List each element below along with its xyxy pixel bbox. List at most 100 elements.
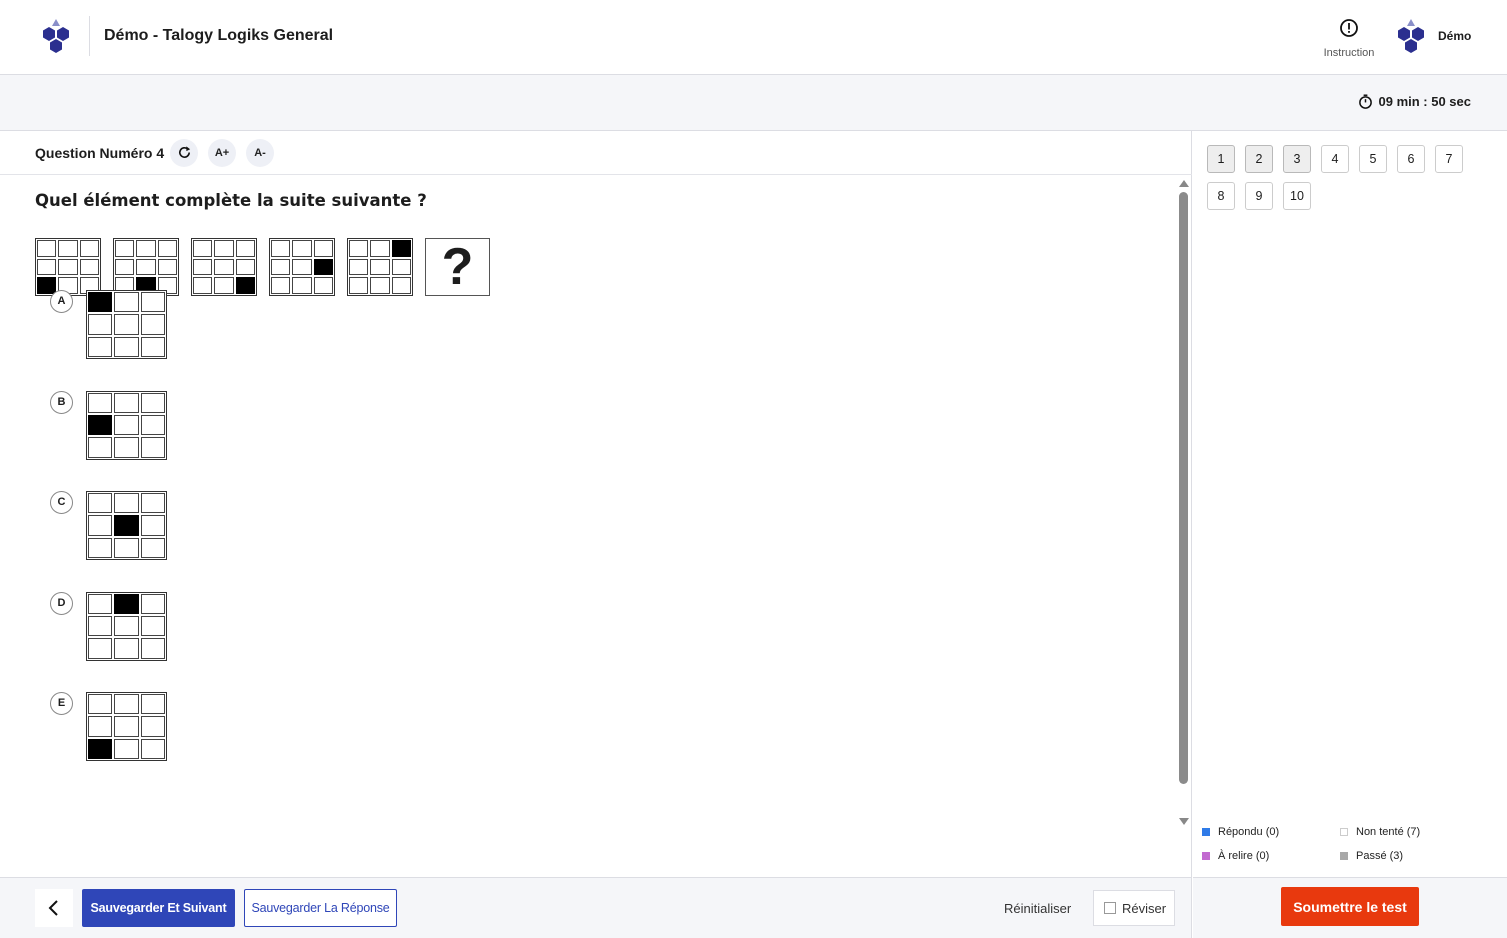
legend-label: Répondu (0) [1218,826,1280,838]
empty-cell [391,258,411,276]
empty-cell [214,277,234,294]
question-toolbar: Question Numéro 4 A+ A- [0,131,1192,175]
empty-cell [114,638,139,659]
question-nav-10[interactable]: 10 [1283,182,1311,210]
timer-bar: 09 min : 50 sec [0,75,1507,131]
question-nav-8[interactable]: 8 [1207,182,1235,210]
question-nav-3[interactable]: 3 [1283,145,1311,173]
question-nav-1[interactable]: 1 [1207,145,1235,173]
question-nav-7[interactable]: 7 [1435,145,1463,173]
empty-cell [235,258,255,276]
review-checkbox[interactable] [1104,902,1116,914]
empty-cell [370,240,390,257]
empty-cell [88,615,113,637]
empty-cell [114,694,139,715]
empty-cell [136,240,156,257]
previous-button[interactable] [35,889,73,927]
option-letter[interactable]: E [50,692,73,715]
review-label: Réviser [1122,900,1167,916]
empty-cell [313,277,333,294]
sequence-figure-3 [191,238,257,296]
question-nav-2[interactable]: 2 [1245,145,1273,173]
empty-cell [79,258,99,276]
app-title: Démo - Talogy Logiks General [104,27,334,44]
option-letter[interactable]: B [50,390,73,414]
legend-label: Passé (3) [1356,850,1404,862]
question-number: Question Numéro 4 [35,145,165,161]
empty-cell [114,493,139,514]
filled-cell [114,515,139,536]
submit-test-button[interactable]: Soumettre le test [1281,887,1419,926]
user-avatar-icon [1398,19,1424,53]
empty-cell [58,258,78,276]
submit-footer: Soumettre le test [1193,877,1507,938]
option-letter[interactable]: A [50,290,73,313]
empty-cell [292,240,312,257]
empty-cell [157,240,177,257]
empty-cell [193,258,213,276]
empty-cell [391,277,411,294]
reset-button[interactable]: Réinitialiser [1004,901,1071,916]
scroll-up-arrow[interactable] [1179,180,1189,187]
refresh-button[interactable] [170,139,198,167]
empty-cell [313,240,333,257]
empty-cell [115,240,135,257]
option-letter[interactable]: C [50,491,73,514]
hexagon-logo-icon [43,19,69,53]
action-footer: Sauvegarder Et Suivant Sauvegarder La Ré… [0,877,1192,938]
option-figure [86,491,167,560]
instruction-button[interactable]: Instruction [1318,18,1380,59]
font-increase-button[interactable]: A+ [208,139,236,167]
empty-cell [114,314,139,335]
empty-cell [140,638,165,659]
user-menu[interactable]: Démo [1393,18,1493,54]
empty-cell [271,277,291,294]
empty-cell [140,392,165,413]
empty-cell [140,493,165,514]
app-header: Démo - Talogy Logiks General Instruction… [0,0,1507,75]
empty-cell [235,240,255,257]
empty-cell [88,336,113,357]
scroll-thumb[interactable] [1179,192,1188,784]
refresh-icon [178,146,190,158]
option-figure [86,390,167,460]
stopwatch-icon [1358,94,1372,109]
sequence-figure-2 [113,238,179,296]
review-toggle[interactable]: Réviser [1093,890,1175,926]
empty-cell [136,258,156,276]
font-decrease-button[interactable]: A- [246,139,274,167]
question-nav-4[interactable]: 4 [1321,145,1349,173]
sequence-figure-1 [35,238,101,296]
option-letter[interactable]: D [50,591,73,615]
question-nav-5[interactable]: 5 [1359,145,1387,173]
scroll-down-arrow[interactable] [1179,818,1189,825]
countdown-timer: 09 min : 50 sec [1358,94,1471,109]
empty-cell [140,738,165,759]
empty-cell [140,336,165,357]
filled-cell [88,414,113,436]
empty-cell [193,240,213,257]
sequence-figure-4 [269,238,335,296]
question-nav-6[interactable]: 6 [1397,145,1425,173]
filled-cell [88,292,113,313]
save-and-next-button[interactable]: Sauvegarder Et Suivant [82,889,235,927]
save-answer-button[interactable]: Sauvegarder La Réponse [244,889,397,927]
user-name: Démo [1438,29,1472,43]
instruction-label: Instruction [1323,47,1375,59]
empty-cell [349,240,369,257]
legend-swatch [1202,828,1210,836]
question-nav-9[interactable]: 9 [1245,182,1273,210]
empty-cell [79,240,99,257]
empty-cell [140,314,165,335]
empty-cell [349,258,369,276]
empty-cell [88,638,113,659]
empty-cell [114,414,139,436]
option-figure [86,591,167,661]
content-scrollbar[interactable] [1179,180,1189,825]
empty-cell [114,537,139,558]
exclamation-circle-icon [1340,19,1358,37]
empty-cell [114,336,139,357]
empty-cell [193,277,213,294]
empty-cell [214,258,234,276]
empty-cell [114,615,139,637]
